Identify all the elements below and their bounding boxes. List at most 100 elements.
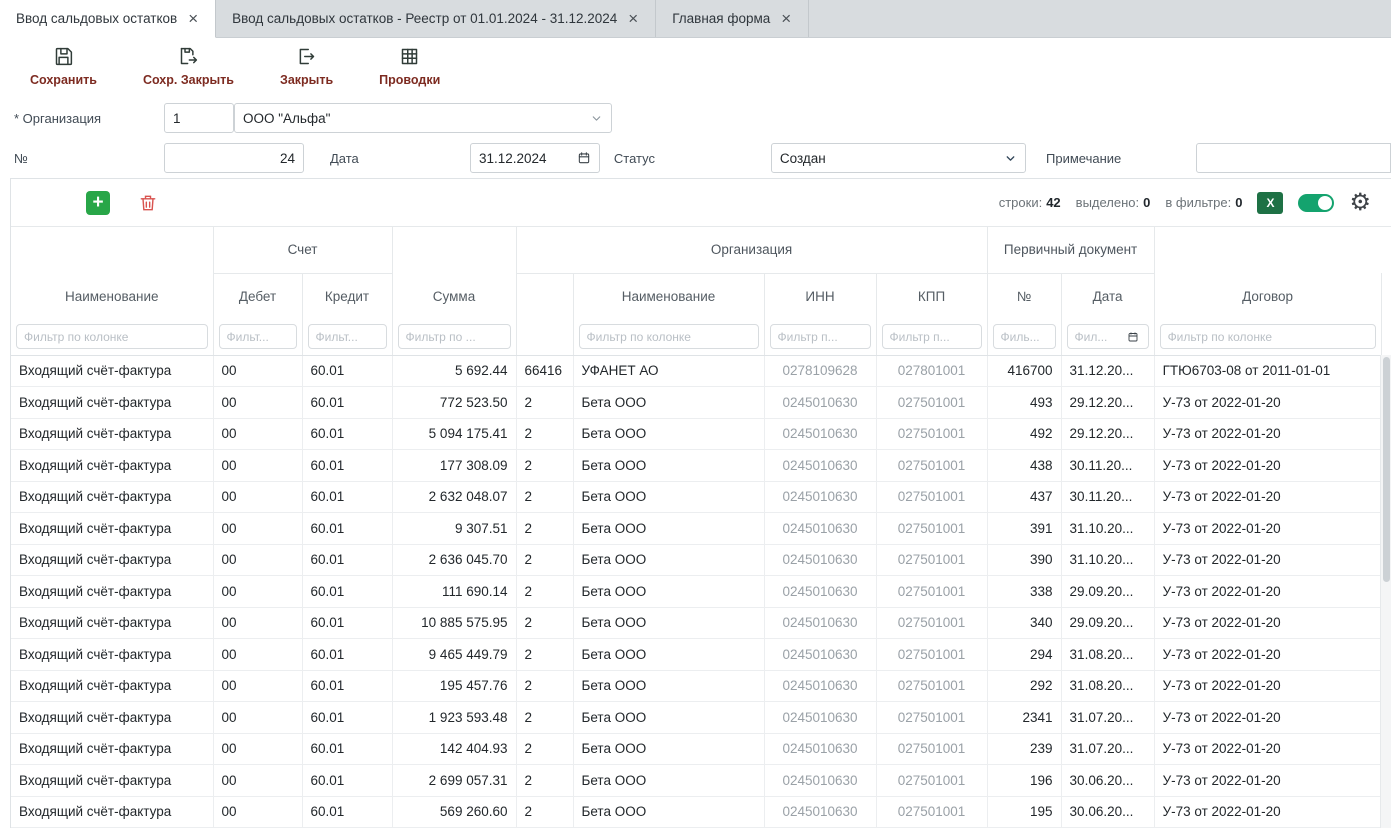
delete-row-button[interactable] — [138, 193, 158, 213]
table-cell: 31.12.20... — [1061, 355, 1154, 387]
table-row[interactable]: Входящий счёт-фактура0060.01569 260.602Б… — [11, 796, 1381, 828]
table-cell: У-73 от 2022-01-20 — [1154, 639, 1381, 671]
table-cell: У-73 от 2022-01-20 — [1154, 702, 1381, 734]
table-cell: 437 — [987, 481, 1061, 513]
col-header-org-code[interactable] — [516, 273, 573, 319]
table-row[interactable]: Входящий счёт-фактура0060.019 307.512Бет… — [11, 513, 1381, 545]
table-cell: 0245010630 — [764, 670, 876, 702]
col-header-inn[interactable]: ИНН — [764, 273, 876, 319]
table-cell: 772 523.50 — [392, 387, 516, 419]
filter-kpp-input[interactable] — [882, 324, 982, 349]
table-cell: 2 — [516, 796, 573, 828]
tab-main-form[interactable]: Главная форма × — [656, 0, 809, 37]
filter-toggle[interactable] — [1298, 194, 1334, 212]
table-cell: 177 308.09 — [392, 450, 516, 482]
filter-doc-num-input[interactable] — [993, 324, 1056, 349]
col-header-kpp[interactable]: КПП — [876, 273, 987, 319]
filter-debit-input[interactable] — [219, 324, 297, 349]
table-row[interactable]: Входящий счёт-фактура0060.01177 308.092Б… — [11, 450, 1381, 482]
filter-sum-input[interactable] — [398, 324, 511, 349]
col-header-credit[interactable]: Кредит — [302, 273, 392, 319]
close-icon[interactable]: × — [780, 10, 792, 27]
table-cell: 0245010630 — [764, 387, 876, 419]
export-excel-button[interactable]: X — [1257, 192, 1283, 214]
save-close-button[interactable]: Сохр. Закрыть — [143, 46, 234, 87]
table-cell: У-73 от 2022-01-20 — [1154, 796, 1381, 828]
filter-name-input[interactable] — [16, 324, 208, 349]
table-row[interactable]: Входящий счёт-фактура0060.011 923 593.48… — [11, 702, 1381, 734]
table-row[interactable]: Входящий счёт-фактура0060.015 692.446641… — [11, 355, 1381, 387]
tab-balance-entry[interactable]: Ввод сальдовых остатков × — [0, 0, 216, 38]
col-header-doc-num[interactable]: № — [987, 273, 1061, 319]
group-primary-doc: Первичный документ — [987, 227, 1154, 273]
table-cell: 492 — [987, 418, 1061, 450]
table-row[interactable]: Входящий счёт-фактура0060.01111 690.142Б… — [11, 576, 1381, 608]
table-cell: 10 885 575.95 — [392, 607, 516, 639]
table-cell: 29.12.20... — [1061, 387, 1154, 419]
col-header-name[interactable]: Наименование — [11, 273, 213, 319]
organization-select[interactable]: ООО "Альфа" — [234, 103, 612, 133]
table-cell: У-73 от 2022-01-20 — [1154, 607, 1381, 639]
table-row[interactable]: Входящий счёт-фактура0060.01142 404.932Б… — [11, 733, 1381, 765]
save-button[interactable]: Сохранить — [30, 46, 97, 87]
organization-code-input[interactable] — [164, 103, 234, 133]
table-cell: 60.01 — [302, 607, 392, 639]
close-icon[interactable]: × — [627, 10, 639, 27]
vertical-scrollbar[interactable] — [1380, 355, 1391, 828]
table-cell: 31.10.20... — [1061, 544, 1154, 576]
table-cell: 00 — [213, 481, 302, 513]
table-row[interactable]: Входящий счёт-фактура0060.019 465 449.79… — [11, 639, 1381, 671]
close-button[interactable]: Закрыть — [280, 46, 333, 87]
table-row[interactable]: Входящий счёт-фактура0060.012 632 048.07… — [11, 481, 1381, 513]
table-row[interactable]: Входящий счёт-фактура0060.012 699 057.31… — [11, 765, 1381, 797]
table-cell: 29.12.20... — [1061, 418, 1154, 450]
close-icon[interactable]: × — [187, 10, 199, 27]
table-row[interactable]: Входящий счёт-фактура0060.0110 885 575.9… — [11, 607, 1381, 639]
save-close-icon — [178, 46, 199, 70]
col-header-contract[interactable]: Договор — [1154, 273, 1381, 319]
col-header-sum[interactable]: Сумма — [392, 273, 516, 319]
table-cell: Входящий счёт-фактура — [11, 576, 213, 608]
table-cell: 0245010630 — [764, 733, 876, 765]
date-input[interactable]: 31.12.2024 — [470, 143, 600, 173]
table-cell: 569 260.60 — [392, 796, 516, 828]
status-select[interactable]: Создан — [771, 143, 1026, 173]
table-cell: 00 — [213, 639, 302, 671]
table-cell: 60.01 — [302, 481, 392, 513]
table-cell: У-73 от 2022-01-20 — [1154, 418, 1381, 450]
number-input[interactable] — [164, 143, 304, 173]
table-cell: 5 692.44 — [392, 355, 516, 387]
tab-registry[interactable]: Ввод сальдовых остатков - Реестр от 01.0… — [216, 0, 656, 37]
table-cell: 0245010630 — [764, 702, 876, 734]
scrollbar-thumb[interactable] — [1383, 357, 1390, 582]
table-cell: 60.01 — [302, 544, 392, 576]
filter-contract-input[interactable] — [1160, 324, 1376, 349]
postings-button[interactable]: Проводки — [379, 46, 440, 87]
col-header-doc-date[interactable]: Дата — [1061, 273, 1154, 319]
number-label: № — [14, 151, 164, 166]
table-row[interactable]: Входящий счёт-фактура0060.01195 457.762Б… — [11, 670, 1381, 702]
table-row[interactable]: Входящий счёт-фактура0060.015 094 175.41… — [11, 418, 1381, 450]
col-header-org-name[interactable]: Наименование — [573, 273, 764, 319]
note-input[interactable] — [1196, 143, 1391, 173]
table-cell: Бета ООО — [573, 576, 764, 608]
filter-inn-input[interactable] — [770, 324, 871, 349]
table-cell: 2 699 057.31 — [392, 765, 516, 797]
add-row-button[interactable]: + — [86, 191, 110, 215]
table-cell: 0245010630 — [764, 639, 876, 671]
table-cell: 00 — [213, 796, 302, 828]
group-spacer — [11, 227, 213, 273]
table-cell: 195 457.76 — [392, 670, 516, 702]
table-row[interactable]: Входящий счёт-фактура0060.012 636 045.70… — [11, 544, 1381, 576]
table-row[interactable]: Входящий счёт-фактура0060.01772 523.502Б… — [11, 387, 1381, 419]
table-cell: 60.01 — [302, 733, 392, 765]
table-cell: 416700 — [987, 355, 1061, 387]
gear-icon[interactable]: ⚙ — [1349, 191, 1371, 215]
table-cell: 00 — [213, 607, 302, 639]
col-header-debit[interactable]: Дебет — [213, 273, 302, 319]
table-cell: 60.01 — [302, 450, 392, 482]
table-cell: 1 923 593.48 — [392, 702, 516, 734]
filter-credit-input[interactable] — [308, 324, 387, 349]
table-cell: 00 — [213, 418, 302, 450]
filter-org-name-input[interactable] — [579, 324, 759, 349]
